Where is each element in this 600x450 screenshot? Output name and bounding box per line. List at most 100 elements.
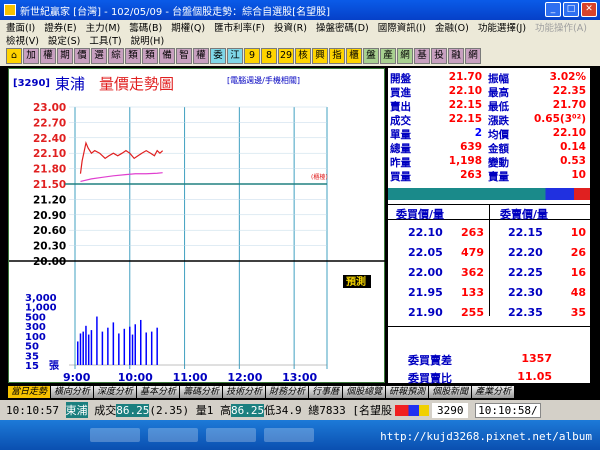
close-button[interactable]: ✕ [581,2,597,17]
bid-price: 22.10 [408,226,443,239]
orderbook-summary-value: 11.05 [517,370,552,383]
taskbar-item[interactable] [206,428,256,442]
x-tick-label: 11:00 [173,371,208,384]
menu-item-1[interactable]: 證券(E) [44,20,76,34]
menu2-item-3[interactable]: 說明(H) [131,33,165,47]
toolbar-button-20[interactable]: 櫃 [346,48,362,64]
toolbar-button-7[interactable]: 類 [125,48,141,64]
menu-item-11[interactable]: 功能操作(A) [535,20,587,34]
toolbar-button-6[interactable]: 綜 [108,48,124,64]
toolbar-button-23[interactable]: 網 [397,48,413,64]
taskbar: http://kujd3268.pixnet.net/album [0,420,600,450]
tab-1[interactable]: 橫向分析 [51,386,94,398]
y-price-tick: 20.00 [33,256,66,268]
menu-item-10[interactable]: 功能選擇(J) [478,20,526,34]
tab-3[interactable]: 基本分析 [137,386,180,398]
status-detail-c: (2.35) 量1 高 [149,404,231,417]
status-detail-b: 86.25 [116,403,150,417]
toolbar-button-14[interactable]: 9 [244,48,260,64]
taskbar-item[interactable] [90,428,140,442]
menu-item-4[interactable]: 期權(Q) [171,20,205,34]
menu-item-0[interactable]: 畫面(I) [6,20,35,34]
status-code-box[interactable]: 3290 [431,402,469,418]
toolbar-button-19[interactable]: 指 [329,48,345,64]
toolbar-button-10[interactable]: 智 [176,48,192,64]
quote-value: 22.15 [448,99,482,111]
menu2-item-1[interactable]: 設定(S) [48,33,80,47]
bid-qty: 255 [461,306,484,319]
toolbar-button-27[interactable]: 網 [465,48,481,64]
toolbar-button-25[interactable]: 投 [431,48,447,64]
quote-label: 變動 [488,157,509,169]
tab-0[interactable]: 當日走勢 [8,386,51,398]
reference-label: (櫃檯) [311,173,328,181]
toolbar-button-24[interactable]: 基 [414,48,430,64]
y-price-tick: 22.70 [33,117,66,129]
menu2-item-2[interactable]: 工具(T) [89,33,121,47]
toolbar-button-26[interactable]: 融 [448,48,464,64]
toolbar-button-2[interactable]: 權 [40,48,56,64]
x-tick-label: 13:00 [282,371,317,384]
menu-item-6[interactable]: 投資(R) [274,20,307,34]
menu-item-2[interactable]: 主力(M) [86,20,121,34]
toolbar-button-8[interactable]: 類 [142,48,158,64]
status-stock-name: 東浦 [65,402,88,418]
toolbar-button-13[interactable]: 江 [227,48,243,64]
taskbar-item[interactable] [148,428,198,442]
tab-11[interactable]: 產業分析 [472,386,515,398]
status-clock: 10:10:58/ [475,402,541,418]
menu-item-8[interactable]: 國際資訊(I) [378,20,426,34]
quote-row: 開盤 21.70 振幅 3.02% [388,71,590,85]
menu-item-9[interactable]: 金融(O) [435,20,469,34]
toolbar-button-12[interactable]: 委 [210,48,226,64]
quote-value: 1,198 [448,155,482,167]
toolbar-button-1[interactable]: 加 [23,48,39,64]
analysis-tab-bar: 當日走勢 橫向分析 深度分析 基本分析 籌碼分析 技術分析 財務分析 行事曆 個股總覽 研報預測個… [0,385,600,399]
toolbar-button-9[interactable]: 備 [159,48,175,64]
quote-value: 21.70 [552,99,586,111]
toolbar-button-11[interactable]: 權 [193,48,209,64]
ask-price: 22.30 [508,286,543,299]
taskbar-item[interactable] [264,428,314,442]
tab-10[interactable]: 個股新聞 [429,386,472,398]
series-average-line [80,172,163,183]
toolbar-button-22[interactable]: 產 [380,48,396,64]
maximize-button[interactable]: □ [563,2,579,17]
quote-row: 成交 22.15 漲跌 0.65(3⁰²) [388,113,590,127]
tab-6[interactable]: 財務分析 [266,386,309,398]
tab-9[interactable]: 研報預測 [386,386,429,398]
tab-4[interactable]: 籌碼分析 [180,386,223,398]
quote-label: 買量 [390,171,411,183]
menu-item-5[interactable]: 匯市利率(F) [214,20,265,34]
quote-value: 263 [460,169,482,181]
toolbar-button-4[interactable]: 價 [74,48,90,64]
menu-item-7[interactable]: 操盤密碼(D) [316,20,369,34]
forecast-badge: 預測 [346,275,366,288]
quote-row: 總量 639 金額 0.14 [388,141,590,155]
quote-value: 0.53 [560,155,586,167]
tab-5[interactable]: 技術分析 [223,386,266,398]
toolbar-button-16[interactable]: 29 [278,48,294,64]
status-detail-e: 低34.9 總7833 [名望股 [264,404,392,417]
quote-label: 賣出 [390,101,411,113]
toolbar-button-3[interactable]: 期 [57,48,73,64]
tab-2[interactable]: 深度分析 [94,386,137,398]
menu2-item-0[interactable]: 檢視(V) [6,33,39,47]
toolbar-button-5[interactable]: 選 [91,48,107,64]
status-detail-d: 86.25 [230,403,265,417]
x-tick-label: 10:00 [118,371,153,384]
quote-row: 昨量 1,198 變動 0.53 [388,155,590,169]
toolbar-button-0[interactable]: ⌂ [6,48,22,64]
tab-8[interactable]: 個股總覽 [343,386,386,398]
y-price-tick: 22.40 [33,133,66,145]
menu-item-3[interactable]: 籌碼(B) [129,20,162,34]
quote-label: 漲跌 [488,115,509,127]
toolbar-button-21[interactable]: 盤 [363,48,379,64]
toolbar-button-15[interactable]: 8 [261,48,277,64]
ask-qty: 10 [570,226,586,239]
bid-header: 委買價/量 [396,208,445,221]
minimize-button[interactable]: _ [545,2,561,17]
toolbar-button-18[interactable]: 興 [312,48,328,64]
toolbar-button-17[interactable]: 核 [295,48,311,64]
tab-7[interactable]: 行事曆 [309,386,343,398]
